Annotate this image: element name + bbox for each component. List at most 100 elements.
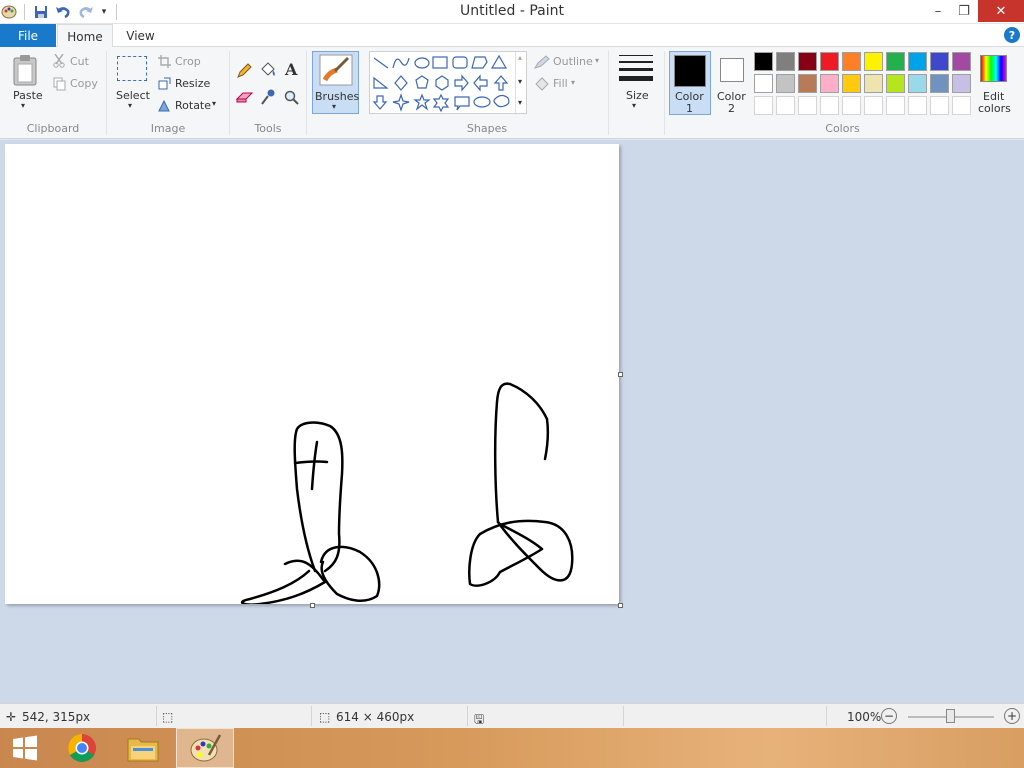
brushes-dropdown-icon[interactable]: ▾ (332, 102, 336, 111)
canvas-size-icon: ⬚ (319, 710, 331, 724)
select-button[interactable]: Select (116, 89, 150, 102)
folder-icon (127, 738, 159, 762)
zoom-slider-thumb[interactable] (946, 709, 955, 723)
custom-color-slot[interactable] (952, 96, 971, 115)
select-dropdown-icon[interactable]: ▾ (128, 101, 132, 110)
palette-swatch[interactable] (820, 52, 839, 71)
outline-dropdown-icon[interactable]: ▾ (595, 56, 599, 65)
palette-swatch[interactable] (886, 74, 905, 93)
custom-color-slot[interactable] (754, 96, 773, 115)
rotate-dropdown-icon[interactable]: ▾ (212, 99, 216, 108)
palette-swatch[interactable] (952, 52, 971, 71)
custom-color-slot[interactable] (798, 96, 817, 115)
restore-button[interactable]: ❐ (950, 0, 978, 22)
crop-icon[interactable] (158, 55, 171, 71)
divider (467, 706, 468, 726)
cut-button[interactable]: Cut (70, 55, 89, 68)
palette-swatch[interactable] (908, 74, 927, 93)
size-dropdown-icon[interactable]: ▾ (632, 101, 636, 110)
copy-button[interactable]: Copy (70, 77, 98, 90)
palette-swatch[interactable] (952, 74, 971, 93)
canvas-resize-handle-corner[interactable] (618, 603, 623, 608)
palette-swatch[interactable] (754, 52, 773, 71)
chrome-icon (68, 734, 96, 762)
color2-swatch[interactable] (720, 58, 744, 82)
text-tool-icon[interactable]: A (285, 60, 297, 79)
ribbon: Paste ▾ Cut Copy Clipboard Select ▾ Crop… (0, 47, 1024, 139)
rotate-button[interactable]: Rotate (175, 99, 211, 112)
brush-icon (319, 54, 353, 89)
custom-color-slot[interactable] (908, 96, 927, 115)
resize-button[interactable]: Resize (175, 77, 210, 90)
minimize-button[interactable]: – (924, 0, 952, 22)
color1-swatch (674, 55, 706, 87)
cursor-position: 542, 315px (22, 710, 91, 724)
shapes-scroll-up-icon[interactable]: ▴ (518, 53, 522, 62)
palette-swatch[interactable] (842, 74, 861, 93)
resize-icon[interactable] (158, 77, 171, 93)
zoom-out-button[interactable]: − (881, 708, 897, 724)
palette-swatch[interactable] (864, 52, 883, 71)
fill-bucket-icon[interactable] (259, 62, 277, 81)
fill-icon[interactable] (534, 77, 550, 94)
zoom-in-button[interactable]: + (1004, 708, 1020, 724)
taskbar (0, 728, 1024, 768)
shapes-gallery (369, 51, 527, 114)
edit-colors-icon[interactable] (980, 55, 1007, 82)
custom-color-slot[interactable] (864, 96, 883, 115)
outline-button[interactable]: Outline (553, 55, 593, 68)
canvas-resize-handle-bottom[interactable] (310, 603, 315, 608)
help-icon[interactable]: ? (1004, 27, 1020, 43)
eraser-icon[interactable] (235, 91, 254, 106)
fill-button[interactable]: Fill (553, 77, 568, 90)
palette-swatch[interactable] (908, 52, 927, 71)
file-explorer-taskbar-button[interactable] (118, 728, 168, 768)
custom-color-slot[interactable] (820, 96, 839, 115)
palette-swatch[interactable] (886, 52, 905, 71)
pencil-icon[interactable] (236, 63, 252, 82)
custom-color-slot[interactable] (886, 96, 905, 115)
crop-button[interactable]: Crop (175, 55, 201, 68)
custom-color-slot[interactable] (842, 96, 861, 115)
shapes-expand-icon[interactable]: ▾ (518, 98, 522, 107)
cut-icon[interactable] (53, 53, 65, 71)
close-button[interactable]: ✕ (978, 0, 1024, 22)
size-icon[interactable] (619, 55, 653, 81)
paste-icon[interactable] (12, 53, 40, 87)
palette-swatch[interactable] (842, 52, 861, 71)
palette-swatch[interactable] (776, 52, 795, 71)
palette-swatch[interactable] (776, 74, 795, 93)
palette-swatch[interactable] (798, 74, 817, 93)
canvas-resize-handle-right[interactable] (618, 372, 623, 377)
tab-view[interactable]: View (113, 24, 168, 47)
custom-color-slot[interactable] (930, 96, 949, 115)
paste-button[interactable]: Paste (13, 89, 43, 102)
selection-size-icon: ⬚ (162, 710, 174, 724)
tab-file[interactable]: File (0, 24, 56, 47)
custom-color-slot[interactable] (776, 96, 795, 115)
clipboard-group-label: Clipboard (26, 122, 80, 135)
fill-dropdown-icon[interactable]: ▾ (571, 78, 575, 87)
copy-icon[interactable] (53, 77, 66, 94)
drawing-canvas[interactable] (5, 144, 619, 604)
paint-taskbar-button[interactable] (176, 728, 234, 768)
chrome-taskbar-button[interactable] (57, 728, 107, 768)
palette-swatch[interactable] (798, 52, 817, 71)
paste-dropdown-icon[interactable]: ▾ (21, 101, 25, 110)
palette-swatch[interactable] (930, 74, 949, 93)
tools-group-label: Tools (254, 122, 282, 135)
select-icon[interactable] (117, 56, 147, 81)
rotate-icon[interactable] (158, 99, 171, 115)
color-picker-icon[interactable] (261, 89, 275, 108)
tab-home[interactable]: Home (57, 24, 113, 48)
outline-icon[interactable] (533, 55, 550, 72)
palette-swatch[interactable] (930, 52, 949, 71)
start-button[interactable] (0, 728, 50, 768)
palette-swatch[interactable] (820, 74, 839, 93)
shapes-group-label: Shapes (466, 122, 508, 135)
shapes-scroll-down-icon[interactable]: ▾ (518, 77, 522, 86)
palette-swatch[interactable] (754, 74, 773, 93)
size-button[interactable]: Size (626, 89, 649, 102)
palette-swatch[interactable] (864, 74, 883, 93)
magnifier-icon[interactable] (284, 90, 299, 108)
